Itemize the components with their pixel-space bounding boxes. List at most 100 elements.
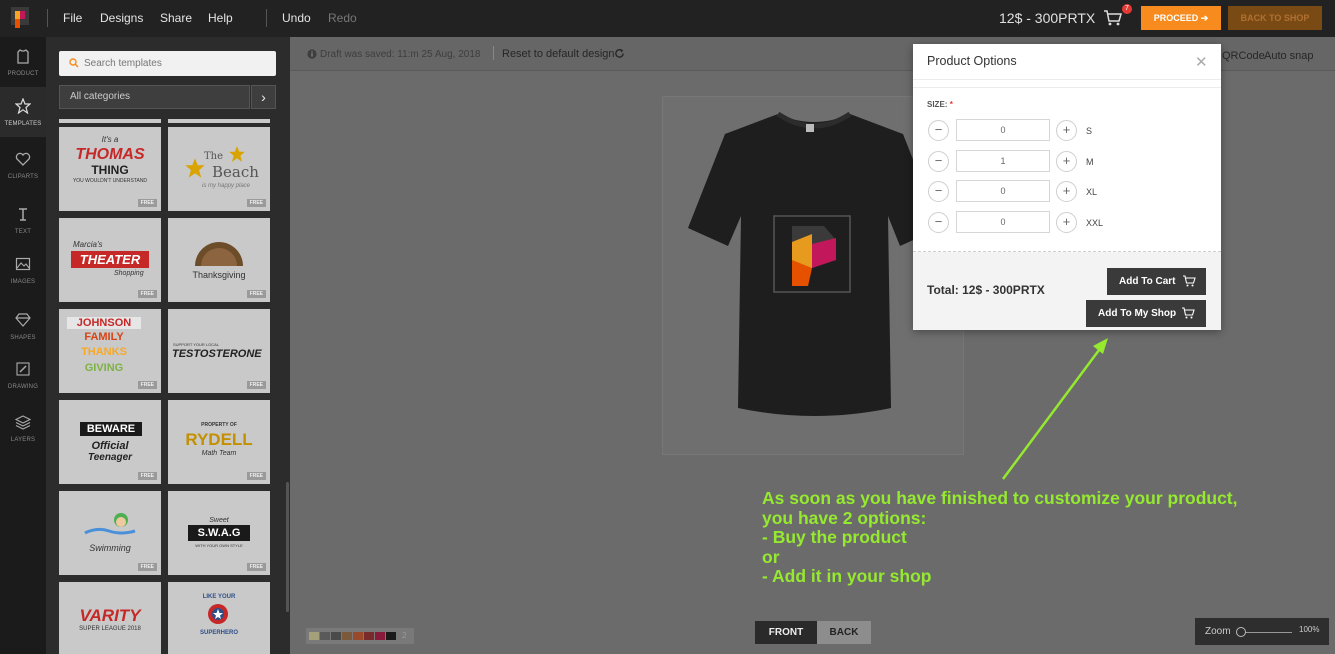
size-label: SIZE: * (927, 100, 953, 109)
quantity-m-input[interactable]: 1 (956, 150, 1050, 172)
template-text: BEWARE (80, 422, 142, 436)
reset-design-button[interactable]: Reset to default design (502, 48, 615, 60)
zoom-slider-track[interactable] (1240, 632, 1292, 633)
template-text: THOMAS (75, 146, 145, 163)
swatch-color[interactable] (386, 632, 396, 640)
template-text: TESTOSTERONE (172, 348, 262, 360)
increase-xl-button[interactable]: + (1056, 181, 1077, 202)
tshirt-product-image[interactable] (688, 108, 940, 420)
decrease-s-button[interactable]: − (928, 120, 949, 141)
back-to-shop-button[interactable]: BACK TO SHOP (1228, 6, 1322, 30)
layers-icon (15, 415, 31, 430)
template-text: Thanksgiving (192, 270, 246, 280)
menu-share[interactable]: Share (160, 11, 192, 25)
template-tile[interactable]: Thanksgiving FREE (168, 218, 270, 302)
template-text: Sweet (209, 517, 229, 524)
rail-label: TEMPLATES (4, 121, 42, 127)
template-text: Beach (212, 163, 259, 181)
menu-file[interactable]: File (63, 11, 82, 25)
qrcode-button[interactable]: QRCode (1222, 50, 1265, 62)
rail-layers[interactable]: LAYERS (0, 403, 46, 453)
annotation-line: or (762, 546, 780, 567)
template-tile[interactable]: BEWARE Official Teenager FREE (59, 400, 161, 484)
template-tile[interactable]: JOHNSON FAMILY THANKS GIVING FREE (59, 309, 161, 393)
template-tile[interactable]: SUPPORT YOUR LOCAL TESTOSTERONE FREE (168, 309, 270, 393)
template-tile[interactable]: It's a THOMAS THING YOU WOULDN'T UNDERST… (59, 127, 161, 211)
free-badge: FREE (137, 199, 157, 207)
add-to-cart-label: Add To Cart (1119, 276, 1176, 287)
draft-saved-status: Draft was saved: 11:m 25 Aug, 2018 (320, 49, 481, 60)
template-text: Teenager (87, 452, 133, 463)
zoom-slider-handle[interactable] (1236, 627, 1246, 637)
info-icon (307, 49, 317, 59)
decrease-m-button[interactable]: − (928, 151, 949, 172)
swimmer-icon (84, 513, 136, 535)
annotation-line: - Buy the product (762, 527, 907, 547)
menu-designs[interactable]: Designs (100, 11, 143, 25)
modal-divider (913, 87, 1221, 88)
annotation-line: As soon as you have finished to customiz… (762, 488, 1238, 508)
template-tile[interactable]: PROPERTY OF RYDELL Math Team FREE (168, 400, 270, 484)
increase-s-button[interactable]: + (1056, 120, 1077, 141)
size-name-s: S (1086, 126, 1093, 136)
swatch-color[interactable] (342, 632, 352, 640)
swatch-count: 2 (402, 631, 407, 640)
rail-cliparts[interactable]: CLIPARTS (0, 140, 46, 190)
app-logo-icon[interactable] (9, 6, 33, 30)
free-badge: FREE (246, 563, 266, 571)
free-badge: FREE (137, 472, 157, 480)
quantity-xl-input[interactable]: 0 (956, 180, 1050, 202)
free-badge: FREE (137, 563, 157, 571)
tool-rail: PRODUCT TEMPLATES CLIPARTS TEXT IMAGES S… (0, 37, 46, 654)
rail-templates[interactable]: TEMPLATES (0, 87, 46, 137)
rail-images[interactable]: IMAGES (0, 245, 46, 295)
cart-icon[interactable] (1103, 9, 1123, 27)
auto-snap-toggle[interactable]: Auto snap (1264, 50, 1314, 62)
zoom-value: 100% (1299, 625, 1320, 634)
template-text: PROPERTY OF (201, 422, 237, 428)
close-icon[interactable]: ✕ (1195, 53, 1208, 71)
decrease-xl-button[interactable]: − (928, 181, 949, 202)
quantity-s-input[interactable]: 0 (956, 119, 1050, 141)
back-view-button[interactable]: BACK (817, 621, 871, 644)
swatch-color[interactable] (364, 632, 374, 640)
increase-xxl-button[interactable]: + (1056, 212, 1077, 233)
template-tile[interactable]: The Beach is my happy place FREE (168, 127, 270, 211)
template-tile[interactable]: Swimming FREE (59, 491, 161, 575)
swatch-color[interactable] (331, 632, 341, 640)
size-name-xxl: XXL (1086, 218, 1104, 228)
template-tile[interactable]: LIKE YOUR SUPERHERO (168, 582, 270, 654)
chevron-right-icon[interactable]: › (251, 85, 276, 109)
redo-button[interactable]: Redo (328, 11, 357, 25)
template-tile[interactable]: VARITY SUPER LEAGUE 2018 (59, 582, 161, 654)
template-tile[interactable]: Sweet S.W.A.G WITH YOUR OWN STYLE FREE (168, 491, 270, 575)
shield-icon (208, 604, 228, 624)
shirt-icon (17, 49, 29, 64)
swatch-color[interactable] (320, 632, 330, 640)
refresh-icon[interactable] (614, 48, 625, 59)
rail-label: SHAPES (10, 335, 36, 341)
front-view-button[interactable]: FRONT (755, 621, 817, 644)
template-tile[interactable]: Marcia's THEATER Shopping FREE (59, 218, 161, 302)
add-to-shop-button[interactable]: Add To My Shop (1086, 300, 1206, 327)
search-icon (69, 58, 79, 68)
menu-help[interactable]: Help (208, 11, 233, 25)
swatch-color[interactable] (375, 632, 385, 640)
increase-m-button[interactable]: + (1056, 151, 1077, 172)
template-text: LIKE YOUR (202, 594, 236, 600)
quantity-xxl-input[interactable]: 0 (956, 211, 1050, 233)
rail-shapes[interactable]: SHAPES (0, 301, 46, 351)
panel-scrollbar[interactable] (286, 482, 289, 612)
swatch-color[interactable] (353, 632, 363, 640)
template-text: SUPER LEAGUE 2018 (79, 626, 141, 632)
swatch-color[interactable] (309, 632, 319, 640)
rail-product[interactable]: PRODUCT (0, 37, 46, 87)
add-to-shop-label: Add To My Shop (1098, 308, 1177, 319)
rail-drawing[interactable]: DRAWING (0, 350, 46, 400)
undo-button[interactable]: Undo (282, 11, 311, 25)
add-to-cart-button[interactable]: Add To Cart (1107, 268, 1206, 295)
rail-text[interactable]: TEXT (0, 195, 46, 245)
proceed-button[interactable]: PROCEED ➔ (1141, 6, 1221, 30)
decrease-xxl-button[interactable]: − (928, 212, 949, 233)
proceed-label: PROCEED (1153, 13, 1199, 23)
